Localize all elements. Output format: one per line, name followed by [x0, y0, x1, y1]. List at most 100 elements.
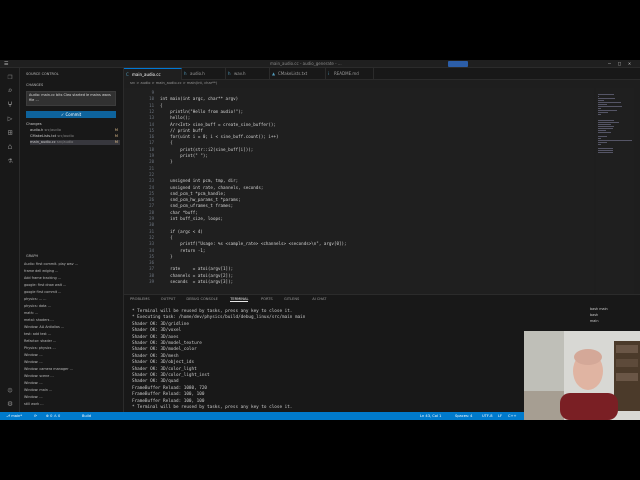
line-number: 10	[149, 96, 154, 102]
graph-item[interactable]: Window: camera manager ...	[24, 367, 122, 372]
search-icon[interactable]: ⌕	[5, 86, 15, 96]
code-line[interactable]: {	[160, 140, 173, 146]
code-line[interactable]: println("Hello from audio!");	[160, 109, 243, 115]
source-control-icon[interactable]: ⑂	[5, 100, 15, 110]
tab-wav-h[interactable]: h wav.h	[226, 68, 270, 80]
terminal-output[interactable]: * Terminal will be reused by tasks, pres…	[132, 309, 512, 412]
line-ending[interactable]: LF	[498, 412, 502, 420]
change-item[interactable]: audio.h src/audio M	[30, 128, 120, 133]
minimize-icon[interactable]: –	[608, 60, 611, 68]
changes-group[interactable]: Changes	[26, 122, 122, 127]
extensions-icon[interactable]: ⊞	[5, 128, 15, 138]
menu-icon[interactable]: ☰	[4, 60, 8, 68]
code-line[interactable]: return -1;	[160, 248, 205, 254]
breadcrumb[interactable]: src > audio > main_audio.cc > main(int, …	[130, 81, 217, 85]
graph-item[interactable]: math: ...	[24, 311, 122, 316]
minimap[interactable]	[596, 88, 634, 294]
code-editor[interactable]: 9 10 int main(int argc, char** argv) 11{12 …	[124, 88, 594, 294]
settings-icon[interactable]: ⚙	[5, 399, 15, 409]
graph-item[interactable]: Window: ...	[24, 360, 122, 365]
graph-item[interactable]: frame dell edging ...	[24, 269, 122, 274]
indentation[interactable]: Spaces: 4	[455, 412, 472, 420]
panel-tab[interactable]: TERMINAL	[230, 297, 249, 302]
panel-tab[interactable]: PORTS	[261, 297, 273, 301]
graph-item[interactable]: Window: ...	[24, 353, 122, 358]
graph-item[interactable]: metal: shaders ...	[24, 318, 122, 323]
line-number: 15	[149, 127, 154, 133]
tab-cmakelists[interactable]: ▲ CMakeLists.txt	[270, 68, 326, 80]
run-icon[interactable]: ▷	[5, 114, 15, 124]
graph-item[interactable]: physics: ... ...	[24, 297, 122, 302]
code-line[interactable]: rate = atoi(argv[1]);	[160, 266, 233, 272]
search-button[interactable]	[448, 61, 468, 67]
code-line[interactable]: }	[160, 159, 173, 165]
code-line[interactable]: print(str::i2(sine_buff[i]));	[160, 147, 253, 153]
test-icon[interactable]: ⚗	[5, 156, 15, 166]
close-icon[interactable]: ✕	[628, 60, 631, 68]
commit-button[interactable]: ✓ Commit	[26, 111, 116, 118]
code-line[interactable]: channels = atoi(argv[2]);	[160, 273, 233, 279]
code-line[interactable]: if (argc < 4)	[160, 229, 203, 235]
graph-item[interactable]: Refactor: shader ...	[24, 339, 122, 344]
graph-header[interactable]: GRAPH	[26, 254, 38, 258]
code-line[interactable]: int buff_size, loops;	[160, 216, 223, 222]
panel-tab[interactable]: OUTPUT	[161, 297, 176, 301]
code-line[interactable]: unsigned int pcm, tmp, dir;	[160, 178, 238, 184]
code-line[interactable]: print(" ");	[160, 153, 208, 159]
code-line[interactable]: snd_pcm_t *pcm_handle;	[160, 191, 225, 197]
accounts-icon[interactable]: ☺	[5, 386, 15, 396]
remote-icon[interactable]: ⌂	[5, 142, 15, 152]
panel-tab[interactable]: DEBUG CONSOLE	[186, 297, 217, 301]
change-item[interactable]: CMakeLists.txt src/audio M	[30, 134, 120, 139]
panel-tab[interactable]: GITLENS	[284, 297, 299, 301]
code-line[interactable]: hello();	[160, 115, 190, 121]
graph-item[interactable]: google: first draw wait ...	[24, 283, 122, 288]
graph-item[interactable]: Add frame tracking ...	[24, 276, 122, 281]
graph-item[interactable]: google first commit ...	[24, 290, 122, 295]
graph-item[interactable]: Window: main ...	[24, 388, 122, 393]
code-line[interactable]: for(uint i = 0; i < sine_buff.count(); i…	[160, 134, 278, 140]
graph-item[interactable]: test: add test ...	[24, 332, 122, 337]
code-line[interactable]: printf("Usage: %s <sample_rate> <channel…	[160, 241, 346, 247]
terminal-instance[interactable]: main	[590, 318, 638, 324]
change-item[interactable]: main_audio.cc src/audio M	[30, 140, 120, 145]
tab-readme[interactable]: i README.md	[326, 68, 374, 80]
panel-tab[interactable]: PROBLEMS	[130, 297, 150, 301]
code-line[interactable]: // print buff	[160, 128, 203, 134]
graph-item[interactable]: Physics: physics ...	[24, 346, 122, 351]
changes-section-header[interactable]: CHANGES	[26, 83, 43, 87]
commit-message-input[interactable]: Audio: main.cc bits Cleo started le main…	[26, 91, 116, 106]
language-mode[interactable]: C++	[508, 412, 517, 420]
sync-icon[interactable]: ⟳	[34, 412, 37, 420]
graph-item[interactable]: Window: ...	[24, 381, 122, 386]
problems-indicator[interactable]: ⊗ 0 ⚠ 0	[46, 412, 60, 420]
graph-item[interactable]: Window: ...	[24, 395, 122, 400]
code-line[interactable]: {	[160, 235, 173, 241]
build-button[interactable]: Build	[82, 412, 91, 420]
code-line[interactable]: int main(int argc, char** argv)	[160, 96, 238, 102]
panel-tab[interactable]: AI CHAT	[312, 297, 326, 301]
graph-item[interactable]: still work ...	[24, 402, 122, 407]
tab-main-audio[interactable]: Cmain_audio.cc	[124, 68, 182, 80]
code-line[interactable]: Arr<Int> sine_buff = create_sine_buffer(…	[160, 122, 276, 128]
minimap-line	[598, 124, 611, 125]
code-line[interactable]: {	[160, 103, 163, 109]
minimap-line	[598, 152, 613, 153]
code-line[interactable]: }	[160, 254, 173, 260]
graph-item[interactable]: physics: data ...	[24, 304, 122, 309]
branch-indicator[interactable]: ⎇ main*	[6, 412, 22, 420]
encoding[interactable]: UTF-8	[482, 412, 492, 420]
graph-item[interactable]: Window: scene ...	[24, 374, 122, 379]
files-icon[interactable]: ❐	[5, 72, 15, 82]
tab-audio-h[interactable]: h audio.h	[182, 68, 226, 80]
code-line[interactable]: snd_pcm_uframes_t frames;	[160, 203, 233, 209]
graph-item[interactable]: Window: AA Antialias ...	[24, 325, 122, 330]
code-line[interactable]: snd_pcm_hw_params_t *params;	[160, 197, 241, 203]
code-line[interactable]: unsigned int rate, channels, seconds;	[160, 185, 263, 191]
line-number: 12	[149, 108, 154, 114]
maximize-icon[interactable]: □	[618, 60, 621, 68]
cursor-position[interactable]: Ln 43, Col 1	[420, 412, 441, 420]
graph-item[interactable]: Audio: first commit. play wav ...	[24, 262, 122, 267]
code-line[interactable]: char *buff;	[160, 210, 198, 216]
code-line[interactable]: seconds = atoi(argv[3]);	[160, 279, 233, 285]
